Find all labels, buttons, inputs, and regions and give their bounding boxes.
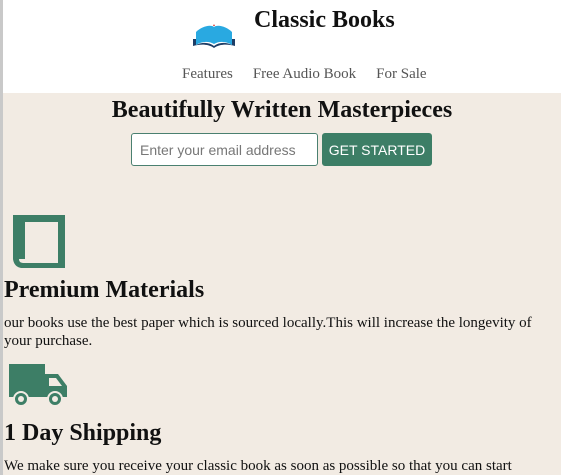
brand-title: Classic Books [254, 7, 395, 33]
main-nav: Features Free Audio Book For Sale [182, 66, 427, 83]
nav-link-for-sale[interactable]: For Sale [376, 66, 426, 83]
book-icon [13, 215, 65, 268]
signup-form: GET STARTED [131, 133, 432, 166]
feature-title-premium-materials: Premium Materials [4, 277, 205, 303]
hero-title: Beautifully Written Masterpieces [111, 97, 453, 123]
nav-link-free-audio-book[interactable]: Free Audio Book [253, 66, 356, 83]
nav-link-features[interactable]: Features [182, 66, 233, 83]
truck-icon [9, 364, 67, 407]
email-input[interactable] [131, 133, 318, 166]
feature-title-1-day-shipping: 1 Day Shipping [4, 420, 162, 446]
open-book-icon[interactable] [192, 24, 236, 48]
feature-text-premium-materials: our books use the best paper which is so… [4, 315, 532, 349]
feature-text-1-day-shipping: We make sure you receive your classic bo… [4, 458, 512, 474]
get-started-button[interactable]: GET STARTED [322, 133, 432, 166]
site-header: Classic Books Features Free Audio Book F… [3, 0, 561, 93]
